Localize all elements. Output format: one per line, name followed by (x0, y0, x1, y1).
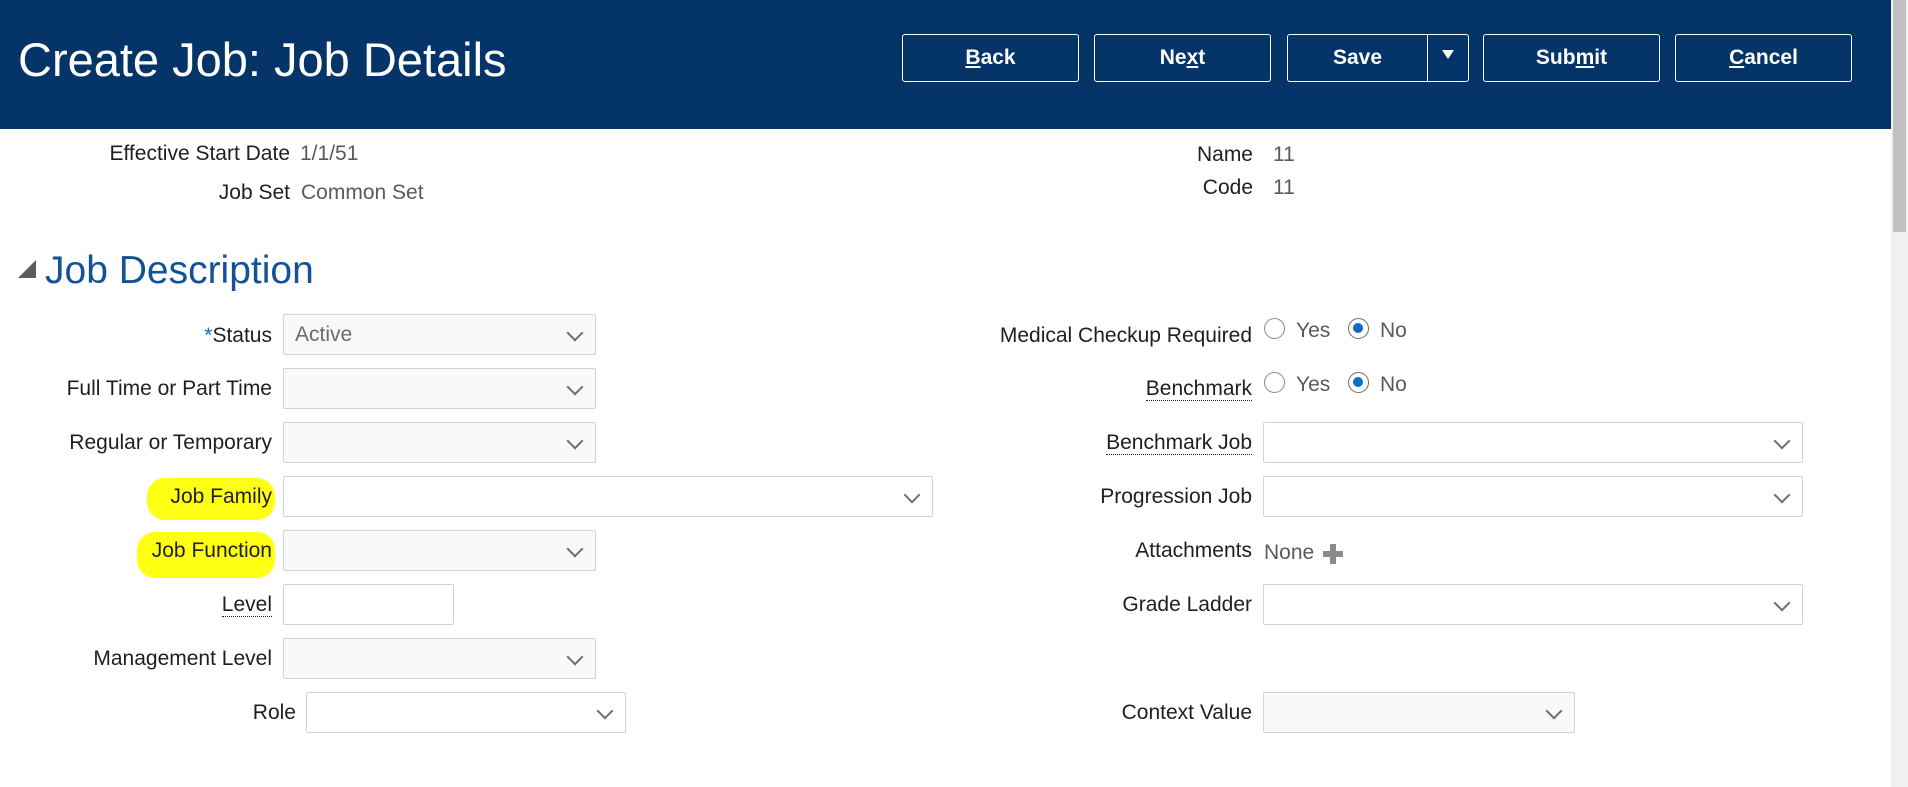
chevron-down-icon (566, 432, 584, 450)
chevron-down-icon (566, 648, 584, 666)
job-function-select[interactable] (283, 530, 596, 571)
benchmark-yes-label[interactable]: Yes (1296, 372, 1330, 398)
chevron-down-icon (1773, 432, 1791, 450)
chevron-down-icon (1773, 594, 1791, 612)
progression-job-label: Progression Job (1100, 485, 1252, 508)
level-label: Level (221, 592, 272, 618)
page-header: Create Job: Job Details Back Ne x t Save S… (0, 0, 1891, 129)
code-label: Code (1202, 176, 1253, 199)
status-label-text: Status (212, 324, 272, 347)
status-label: *Status (204, 323, 272, 349)
chevron-down-icon (566, 378, 584, 396)
job-set-label: Job Set (218, 181, 290, 204)
triangle-down-icon (1442, 49, 1454, 59)
benchmark-label: Benchmark (1145, 376, 1252, 402)
progression-job-select[interactable] (1263, 476, 1803, 517)
attachments-label: Attachments (1135, 539, 1252, 562)
level-label-text: Level (221, 593, 272, 617)
level-input[interactable] (283, 584, 454, 625)
role-select[interactable] (306, 692, 626, 733)
medical-yes-radio[interactable] (1264, 318, 1285, 339)
chevron-down-icon (566, 540, 584, 558)
job-family-select[interactable] (283, 476, 933, 517)
grade-ladder-select[interactable] (1263, 584, 1803, 625)
cancel-button[interactable]: Cancel (1675, 34, 1852, 82)
full-part-time-select[interactable] (283, 368, 596, 409)
chevron-down-icon (1773, 486, 1791, 504)
status-select-value: Active (295, 323, 353, 346)
vertical-scrollbar[interactable] (1891, 0, 1908, 787)
back-button[interactable]: Back (902, 34, 1079, 82)
benchmark-job-label: Benchmark Job (1106, 430, 1252, 456)
benchmark-no-label[interactable]: No (1380, 372, 1407, 398)
context-value-label: Context Value (1121, 701, 1252, 724)
medical-no-radio[interactable] (1348, 318, 1369, 339)
submit-label-accesskey: m (1575, 46, 1595, 69)
triangle-collapse-icon[interactable] (18, 260, 36, 278)
benchmark-job-select[interactable] (1263, 422, 1803, 463)
effective-start-date-value: 1/1/51 (300, 142, 359, 165)
chevron-down-icon (566, 324, 584, 342)
back-label-accesskey: B (965, 46, 981, 69)
save-button-group: Save (1287, 34, 1469, 82)
management-level-select[interactable] (283, 638, 596, 679)
plus-icon[interactable] (1322, 543, 1344, 565)
save-menu-button[interactable] (1427, 35, 1468, 81)
status-select[interactable]: Active (283, 314, 596, 355)
submit-button[interactable]: Sub m it (1483, 34, 1660, 82)
medical-checkup-label: Medical Checkup Required (999, 324, 1252, 347)
next-label-accesskey: x (1186, 46, 1199, 69)
submit-label-pre: Sub (1535, 46, 1576, 69)
next-button[interactable]: Ne x t (1094, 34, 1271, 82)
attachments-value: None (1264, 541, 1315, 564)
cancel-label-accesskey: C (1729, 46, 1745, 69)
medical-no-label[interactable]: No (1380, 318, 1407, 344)
job-family-label: Job Family (170, 485, 272, 508)
back-label-post: ack (980, 46, 1016, 69)
benchmark-yes-radio[interactable] (1264, 372, 1285, 393)
context-value-select[interactable] (1263, 692, 1575, 733)
job-set-value: Common Set (301, 181, 424, 204)
medical-yes-label[interactable]: Yes (1296, 318, 1330, 344)
cancel-label-post: ancel (1744, 46, 1798, 69)
benchmark-label-text: Benchmark (1145, 377, 1252, 401)
save-button[interactable]: Save (1288, 35, 1427, 81)
grade-ladder-label: Grade Ladder (1122, 593, 1252, 616)
benchmark-no-radio[interactable] (1348, 372, 1369, 393)
name-label: Name (1196, 143, 1253, 166)
submit-label-post: it (1594, 46, 1608, 69)
name-value: 11 (1273, 143, 1295, 166)
chevron-down-icon (903, 486, 921, 504)
code-value: 11 (1273, 176, 1295, 199)
management-level-label: Management Level (93, 647, 272, 670)
full-part-time-label: Full Time or Part Time (66, 377, 272, 400)
next-label-pre: Ne (1159, 46, 1187, 69)
effective-start-date-label: Effective Start Date (109, 142, 290, 165)
page-title: Create Job: Job Details (18, 33, 507, 86)
regular-temporary-label: Regular or Temporary (69, 431, 272, 454)
section-title-job-description: Job Description (45, 249, 314, 292)
chevron-down-icon (1545, 702, 1563, 720)
scrollbar-thumb[interactable] (1893, 0, 1906, 232)
benchmark-job-label-text: Benchmark Job (1106, 431, 1252, 455)
job-function-label: Job Function (151, 539, 272, 562)
next-label-post: t (1198, 46, 1206, 69)
regular-temporary-select[interactable] (283, 422, 596, 463)
chevron-down-icon (596, 702, 614, 720)
role-label: Role (252, 701, 296, 724)
